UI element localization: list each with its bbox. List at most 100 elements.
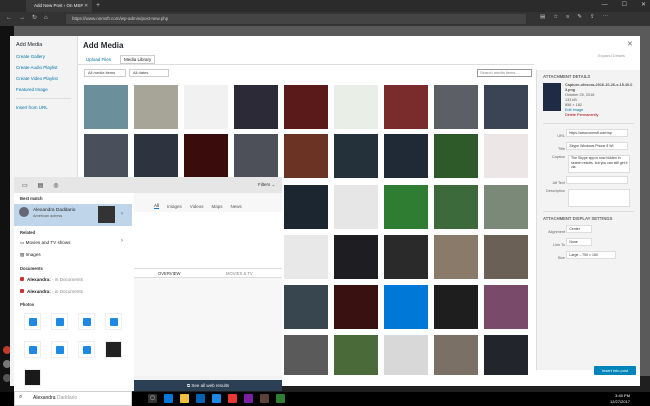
media-thumb[interactable] bbox=[384, 335, 428, 375]
media-thumb[interactable] bbox=[384, 85, 428, 129]
mail-icon[interactable] bbox=[212, 394, 221, 403]
file-explorer-icon[interactable] bbox=[180, 394, 189, 403]
photo-item[interactable] bbox=[78, 341, 95, 358]
modal-close-icon[interactable]: ✕ bbox=[627, 40, 633, 48]
media-thumb[interactable] bbox=[334, 285, 378, 329]
app-icon[interactable] bbox=[276, 394, 285, 403]
media-thumb[interactable] bbox=[134, 134, 178, 178]
media-thumb[interactable] bbox=[284, 134, 328, 178]
app-icon[interactable] bbox=[260, 394, 269, 403]
app-icon[interactable] bbox=[244, 394, 253, 403]
tab-overview[interactable]: OVERVIEW bbox=[158, 271, 181, 276]
refresh-icon[interactable]: ↻ bbox=[32, 14, 37, 21]
photo-item[interactable] bbox=[78, 313, 95, 330]
media-thumb[interactable] bbox=[284, 85, 328, 129]
forward-icon[interactable]: → bbox=[19, 15, 25, 21]
media-thumb[interactable] bbox=[434, 85, 478, 129]
tab-images[interactable]: Images bbox=[167, 204, 182, 209]
media-thumb[interactable] bbox=[284, 285, 328, 329]
media-thumb[interactable] bbox=[184, 85, 228, 129]
reading-view-icon[interactable]: ▤ bbox=[540, 14, 545, 20]
media-thumb[interactable] bbox=[434, 235, 478, 279]
browser-tab[interactable]: Add New Post ‹ On MSF bbox=[26, 0, 92, 12]
address-bar[interactable]: https://www.onmsft.com/wp-admin/post-new… bbox=[66, 14, 526, 24]
app-icon[interactable] bbox=[228, 394, 237, 403]
photo-item[interactable] bbox=[105, 313, 122, 330]
clock[interactable]: 3:45 PM 12/27/2017 bbox=[610, 392, 630, 405]
web-filter-icon[interactable]: ◎ bbox=[53, 182, 58, 189]
alignment-select[interactable]: Center bbox=[566, 225, 593, 233]
filters-dropdown[interactable]: Filters ⌄ bbox=[258, 182, 275, 188]
media-type-filter[interactable]: All media items bbox=[84, 69, 126, 77]
media-thumb[interactable] bbox=[184, 134, 228, 178]
notes-icon[interactable]: ✎ bbox=[577, 14, 582, 20]
media-thumb[interactable] bbox=[434, 285, 478, 329]
media-thumb[interactable] bbox=[434, 335, 478, 375]
media-thumb[interactable] bbox=[284, 185, 328, 229]
related-item-movies[interactable]: ▭ Movies and TV shows bbox=[14, 240, 70, 246]
more-icon[interactable]: ⋯ bbox=[603, 14, 609, 20]
document-item[interactable]: Alexandra: - in Documents bbox=[14, 277, 83, 282]
task-view-icon[interactable]: ▢ bbox=[148, 394, 157, 403]
delete-permanently-link[interactable]: Delete Permanently bbox=[565, 113, 634, 118]
photo-item[interactable] bbox=[24, 369, 41, 386]
url-field[interactable]: https://www.onmsft.com/wp bbox=[566, 129, 629, 137]
photo-item[interactable] bbox=[51, 313, 68, 330]
photo-item[interactable] bbox=[24, 341, 41, 358]
share-icon[interactable]: ⇪ bbox=[590, 14, 595, 20]
sidebar-item-insert-url[interactable]: Insert from URL bbox=[16, 105, 71, 110]
media-thumb[interactable] bbox=[334, 134, 378, 178]
sidebar-item-create-gallery[interactable]: Create Gallery bbox=[16, 54, 71, 59]
media-thumb[interactable] bbox=[84, 85, 128, 129]
document-item[interactable]: Alexandra: - in Documents bbox=[14, 289, 83, 294]
media-thumb[interactable] bbox=[484, 335, 528, 375]
media-thumb[interactable] bbox=[134, 85, 178, 129]
media-thumb[interactable] bbox=[84, 134, 128, 178]
new-tab-icon[interactable]: + bbox=[96, 0, 100, 12]
documents-filter-icon[interactable]: ▤ bbox=[38, 182, 44, 189]
tab-news[interactable]: News bbox=[230, 204, 241, 209]
edge-icon[interactable] bbox=[164, 394, 173, 403]
related-item-images[interactable]: ▨ Images bbox=[14, 252, 41, 258]
date-filter[interactable]: All dates bbox=[129, 69, 169, 77]
link-to-select[interactable]: None bbox=[566, 238, 593, 246]
photo-item[interactable] bbox=[24, 313, 41, 330]
photo-item[interactable] bbox=[51, 341, 68, 358]
title-field[interactable]: Skype Windows Phone 8 Wi bbox=[566, 142, 629, 150]
store-icon[interactable] bbox=[196, 394, 205, 403]
minimize-icon[interactable]: — bbox=[602, 0, 608, 10]
media-thumb[interactable] bbox=[384, 235, 428, 279]
media-thumb[interactable] bbox=[384, 134, 428, 178]
see-all-web-results-button[interactable]: ⧉ See all web results bbox=[134, 380, 282, 391]
back-icon[interactable]: ← bbox=[6, 15, 12, 21]
sidebar-item-audio-playlist[interactable]: Create Audio Playlist bbox=[16, 65, 71, 70]
tab-videos[interactable]: Videos bbox=[190, 204, 204, 209]
description-field[interactable] bbox=[568, 189, 630, 207]
media-thumb[interactable] bbox=[334, 335, 378, 375]
tab-close-icon[interactable]: ✕ bbox=[84, 0, 88, 12]
media-thumb[interactable] bbox=[284, 235, 328, 279]
tab-media-library[interactable]: Media Library bbox=[120, 55, 156, 64]
search-box[interactable]: Alexandra Daddario bbox=[14, 391, 132, 406]
size-select[interactable]: Large – 750 × 160 bbox=[566, 251, 617, 259]
sidebar-item-featured-image[interactable]: Featured Image bbox=[16, 87, 71, 92]
chevron-right-icon[interactable]: › bbox=[121, 238, 123, 244]
media-thumb[interactable] bbox=[484, 285, 528, 329]
expand-details-link[interactable]: Expand Details bbox=[598, 53, 625, 58]
media-thumb[interactable] bbox=[334, 85, 378, 129]
media-thumb[interactable] bbox=[384, 185, 428, 229]
photo-item[interactable] bbox=[105, 341, 122, 358]
media-thumb[interactable] bbox=[484, 85, 528, 129]
close-icon[interactable]: ✕ bbox=[641, 0, 646, 10]
insert-into-post-button[interactable]: Insert into post bbox=[594, 366, 636, 375]
media-thumb[interactable] bbox=[384, 285, 428, 329]
hub-icon[interactable]: ≡ bbox=[566, 14, 569, 20]
favorite-icon[interactable]: ☆ bbox=[553, 14, 558, 20]
media-thumb[interactable] bbox=[234, 134, 278, 178]
media-thumb[interactable] bbox=[484, 235, 528, 279]
alt-text-field[interactable] bbox=[566, 176, 629, 184]
maximize-icon[interactable]: ☐ bbox=[622, 0, 627, 10]
sidebar-item-video-playlist[interactable]: Create Video Playlist bbox=[16, 76, 71, 81]
media-thumb[interactable] bbox=[484, 134, 528, 178]
media-search-input[interactable]: Search media items... bbox=[477, 69, 532, 77]
